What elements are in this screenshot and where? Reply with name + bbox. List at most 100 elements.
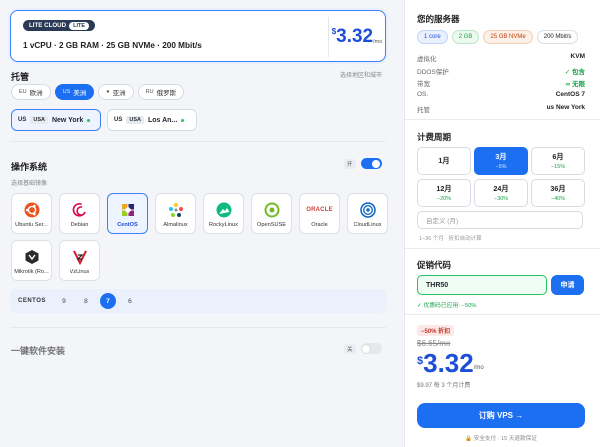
os-label: VzLinux <box>69 269 90 275</box>
version-option-selected[interactable]: 7 <box>99 293 116 309</box>
version-option[interactable]: 9 <box>56 293 72 309</box>
software-title: 一键软件安装 <box>11 346 66 356</box>
plan-price: $ 3.32 /mo <box>328 17 385 57</box>
period-1m[interactable]: 1月 <box>417 147 471 175</box>
divider <box>10 327 386 328</box>
centos-icon <box>119 201 136 218</box>
os-label: CloudLinux <box>353 222 382 228</box>
summary-title: 您的服务器 <box>417 14 460 24</box>
software-toggle-label: 关 <box>344 343 356 354</box>
location-new-york[interactable]: US USA New York <box>11 109 101 131</box>
period-label: 3月 <box>495 152 507 161</box>
os-ubuntu[interactable]: Ubuntu Ser... <box>11 193 52 234</box>
order-vps-button[interactable]: 订购 VPS → <box>417 403 585 428</box>
period-discount: −15% <box>550 164 566 170</box>
secure-payment-note: 🔒 安全支付 · 15 天退款保证 <box>417 434 585 442</box>
custom-period-hint: 1–36 个月 · 折扣自动计算 <box>419 236 482 242</box>
period-discount: −40% <box>550 196 566 202</box>
os-label: Debian <box>70 222 89 228</box>
region-tab-europe[interactable]: EU 欧洲 <box>11 84 51 100</box>
spec-value: ✓ 包含 <box>564 69 585 76</box>
plan-badge-label: LITE CLOUD <box>29 22 67 29</box>
os-centos[interactable]: CentOS <box>107 193 148 234</box>
debian-icon <box>71 201 88 218</box>
software-toggle[interactable] <box>360 343 382 354</box>
period-discount: −5% <box>495 164 507 170</box>
version-option[interactable]: 8 <box>78 293 94 309</box>
spec-ddos: DDOS保护 ✓ 包含 <box>417 66 585 76</box>
os-debian[interactable]: Debian <box>59 193 100 234</box>
period-label: 24月 <box>493 184 509 193</box>
os-label: CentOS <box>117 222 138 228</box>
status-dot-icon <box>87 118 91 122</box>
period-24m[interactable]: 24月 −30% <box>474 179 528 207</box>
region-code: EU <box>19 89 27 95</box>
cloudlinux-icon <box>359 201 376 218</box>
us-flag-icon: US <box>18 117 27 123</box>
os-vzlinux[interactable]: VzLinux <box>59 240 100 281</box>
period-12m[interactable]: 12月 −20% <box>417 179 471 207</box>
chip-disk: 25 GB NVMe <box>483 30 533 44</box>
os-almalinux[interactable]: Almalinux <box>155 193 196 234</box>
os-label: OpenSUSE <box>257 222 286 228</box>
os-cloudlinux[interactable]: CloudLinux <box>347 193 388 234</box>
region-label: 亚洲 <box>112 90 126 97</box>
version-option[interactable]: 6 <box>122 293 138 309</box>
promo-input[interactable]: THR50 <box>417 275 547 295</box>
region-tabs: EU 欧洲 US 美洲 ● 亚洲 RU 俄罗斯 <box>11 84 185 100</box>
os-label: Ubuntu Ser... <box>15 222 48 228</box>
region-tab-americas[interactable]: US 美洲 <box>54 84 95 100</box>
software-toggle-group: 关 <box>344 343 382 354</box>
period-36m[interactable]: 36月 −40% <box>531 179 585 207</box>
discount-badge: −50% 折扣 <box>417 325 455 336</box>
chip-ram: 2 GB <box>451 30 480 44</box>
apply-promo-button[interactable]: 申请 <box>551 275 584 295</box>
custom-period-input[interactable]: 自定义 (月) <box>417 211 583 229</box>
os-mikrotik[interactable]: Mikrotik (Ro... <box>11 240 52 281</box>
billing-periods: 1月 3月 −5% 6月 −15% 12月 −20% 24月 −30% 36月 −40% <box>417 147 585 207</box>
location-los-angeles[interactable]: US USA Los An... <box>107 109 197 131</box>
opensuse-icon <box>263 201 280 218</box>
billing-note: $9.97 每 3 个月计费 <box>417 383 471 389</box>
region-code: US <box>62 89 71 95</box>
order-summary-panel: 您的服务器 1 core 2 GB 25 GB NVMe 200 Mbit/s … <box>404 0 600 447</box>
os-toggle-label: 开 <box>344 158 356 169</box>
version-bar: CENTOS 9 8 7 6 <box>10 289 386 313</box>
os-label: Almalinux <box>163 222 188 228</box>
period-label: 12月 <box>436 184 452 193</box>
os-toggle[interactable] <box>360 158 382 169</box>
os-oracle[interactable]: ORACLE Oracle <box>299 193 340 234</box>
period-3m[interactable]: 3月 −5% <box>474 147 528 175</box>
os-rockylinux[interactable]: RockyLinux <box>203 193 244 234</box>
region-code: RU <box>145 89 154 95</box>
plan-price-value: 3.32 <box>336 26 374 47</box>
plan-badge: LITE CLOUD LITE <box>23 20 96 31</box>
plan-badge-sub: LITE <box>69 21 90 30</box>
total-price-per: /mo <box>473 365 484 371</box>
rockylinux-icon <box>215 201 232 218</box>
lock-icon: 🔒 <box>465 436 474 442</box>
spec-virtualization: 虚拟化 KVM <box>417 53 585 63</box>
os-opensuse[interactable]: OpenSUSE <box>251 193 292 234</box>
region-label: 俄罗斯 <box>156 90 177 97</box>
spec-bandwidth: 带宽 ∞ 无限 <box>417 78 585 88</box>
region-tab-russia[interactable]: RU 俄罗斯 <box>137 84 185 100</box>
location-code: USA <box>30 116 48 124</box>
summary-chips: 1 core 2 GB 25 GB NVMe 200 Mbit/s <box>417 30 579 44</box>
os-subtitle: 选择基础镜像 <box>11 181 48 187</box>
us-flag-icon: US <box>114 117 123 123</box>
chip-bandwidth: 200 Mbit/s <box>536 30 579 44</box>
spec-key: 带宽 <box>417 81 430 88</box>
os-grid: Ubuntu Ser... Debian CentOS Almalinux Ro… <box>11 193 391 281</box>
spec-value: CentOS 7 <box>555 91 585 98</box>
promo-applied-message: ✓ 优惠码已应用: −50% <box>417 303 477 309</box>
period-6m[interactable]: 6月 −15% <box>531 147 585 175</box>
spec-key: 托管 <box>417 107 430 114</box>
plan-card[interactable]: LITE CLOUD LITE 1 vCPU · 2 GB RAM · 25 G… <box>10 10 386 62</box>
region-label: 美洲 <box>73 90 87 97</box>
spec-value: ∞ 无限 <box>565 81 585 88</box>
period-label: 36月 <box>550 184 566 193</box>
os-toggle-group: 开 <box>344 158 382 169</box>
vzlinux-icon <box>71 248 88 265</box>
region-tab-asia[interactable]: ● 亚洲 <box>98 84 134 100</box>
